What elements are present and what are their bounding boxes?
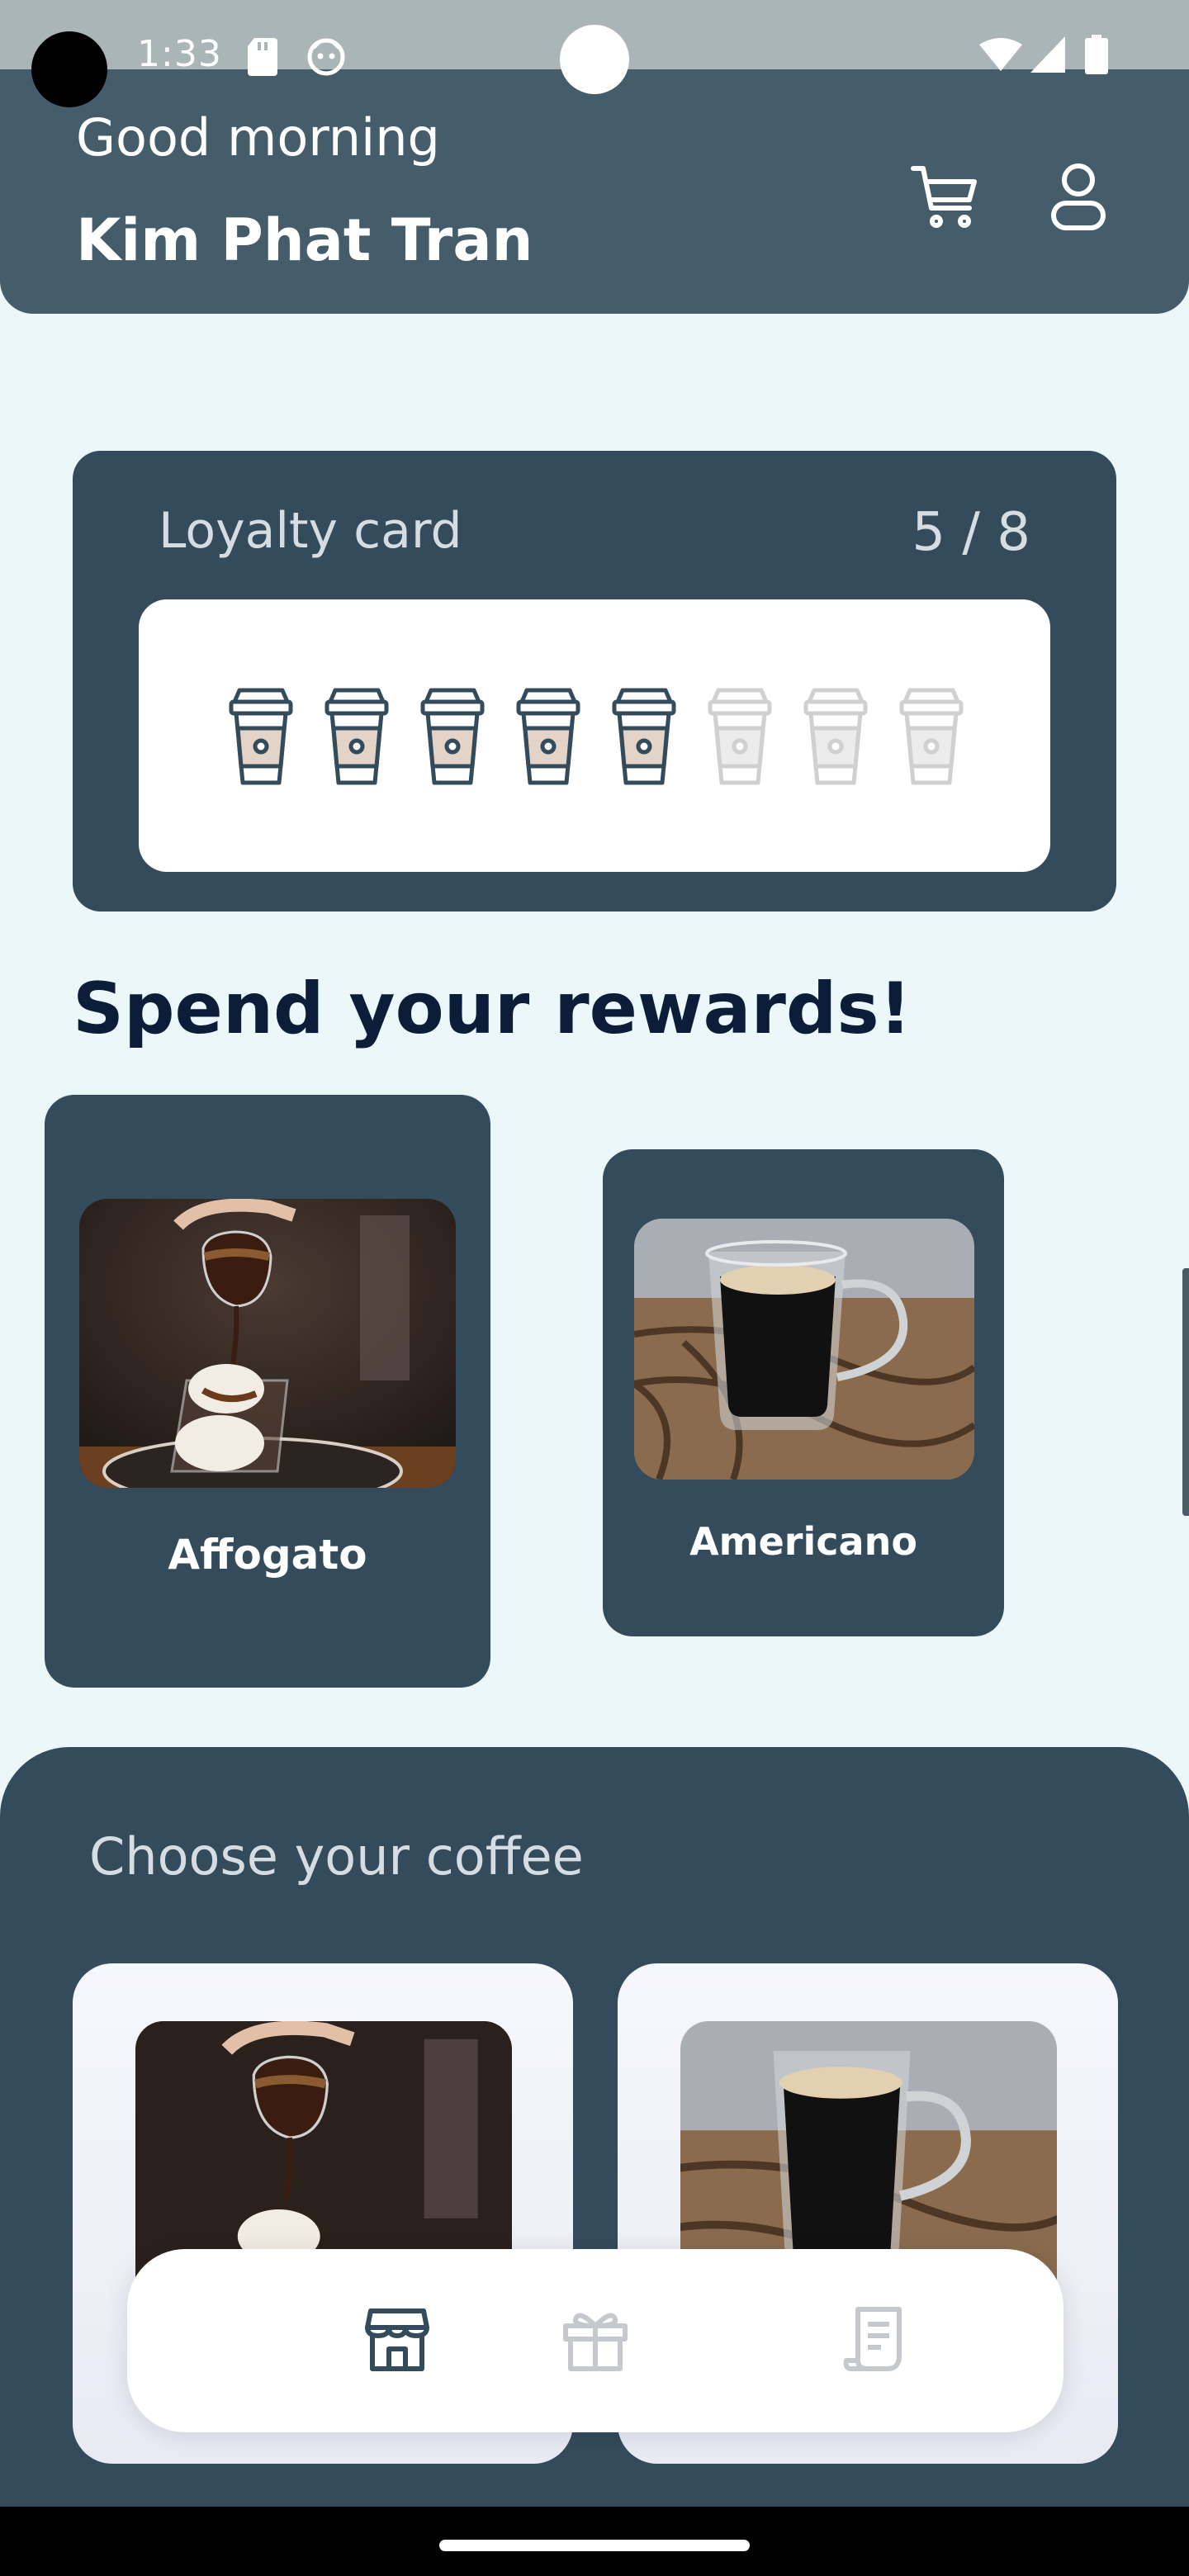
greeting-text: Good morning xyxy=(76,107,440,168)
camera-notch xyxy=(560,25,629,94)
stamp-filled-cup-icon xyxy=(515,687,581,788)
menu-title: Choose your coffee xyxy=(89,1826,584,1887)
header: Good morning Kim Phat Tran xyxy=(0,69,1189,314)
bottom-navigation xyxy=(127,2249,1063,2432)
loyalty-card: Loyalty card 5 / 8 xyxy=(73,451,1116,912)
loyalty-stamp-count: 5 / 8 xyxy=(912,502,1030,563)
stamp-filled-cup-icon xyxy=(228,687,294,788)
status-time: 1:33 xyxy=(137,33,222,75)
reward-name: Americano xyxy=(689,1519,917,1564)
profile-button[interactable] xyxy=(1037,157,1120,239)
wifi-icon xyxy=(979,38,1022,74)
stamp-empty-cup-icon xyxy=(803,687,869,788)
gesture-bar xyxy=(0,2507,1189,2576)
reward-card-americano[interactable]: Americano xyxy=(603,1149,1004,1636)
loyalty-card-title: Loyalty card xyxy=(159,502,462,560)
store-icon xyxy=(364,2306,430,2375)
face-icon xyxy=(307,38,345,79)
front-camera xyxy=(31,31,107,107)
home-gesture-pill[interactable] xyxy=(439,2540,750,2551)
affogato-photo xyxy=(79,1199,456,1488)
stamp-empty-cup-icon xyxy=(898,687,964,788)
stamp-empty-cup-icon xyxy=(707,687,773,788)
cart-button[interactable] xyxy=(903,157,986,239)
receipt-icon xyxy=(843,2306,909,2375)
reward-card-affogato[interactable]: Affogato xyxy=(45,1095,490,1688)
profile-icon xyxy=(1049,162,1107,234)
signal-icon xyxy=(1030,36,1065,76)
battery-icon xyxy=(1085,35,1108,78)
nav-store[interactable] xyxy=(352,2295,443,2386)
cart-icon xyxy=(910,163,979,233)
user-name: Kim Phat Tran xyxy=(76,206,533,274)
sd-card-icon xyxy=(248,38,277,79)
stamp-filled-cup-icon xyxy=(419,687,486,788)
stamp-filled-cup-icon xyxy=(611,687,677,788)
rewards-title: Spend your rewards! xyxy=(73,968,912,1050)
reward-name: Affogato xyxy=(168,1531,367,1579)
stamp-filled-cup-icon xyxy=(324,687,390,788)
stamp-panel xyxy=(139,599,1050,872)
americano-photo xyxy=(634,1219,974,1480)
nav-rewards[interactable] xyxy=(550,2295,641,2386)
nav-orders[interactable] xyxy=(831,2295,921,2386)
edge-handle[interactable] xyxy=(1182,1268,1189,1516)
gift-icon xyxy=(562,2306,628,2375)
